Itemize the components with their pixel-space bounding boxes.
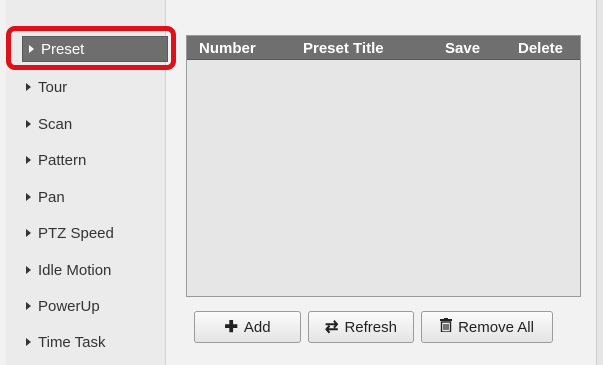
sidebar-item-ptz-speed[interactable]: PTZ Speed <box>20 220 170 246</box>
refresh-icon: ⇄ <box>325 319 339 336</box>
sidebar-item-label: Time Task <box>38 333 106 351</box>
sidebar-item-idle-motion[interactable]: Idle Motion <box>20 257 170 283</box>
add-button[interactable]: ✚ Add <box>194 311 301 343</box>
sidebar-item-time-task[interactable]: Time Task <box>20 329 170 355</box>
column-header-delete: Delete <box>518 40 564 57</box>
ptz-sidebar: Preset Tour Scan Pattern Pan PTZ Speed I… <box>6 0 168 365</box>
column-header-number: Number <box>199 40 256 57</box>
sidebar-item-pattern[interactable]: Pattern <box>20 147 170 173</box>
column-header-save: Save <box>445 40 481 57</box>
page-edge <box>596 0 603 365</box>
sidebar-item-powerup[interactable]: PowerUp <box>20 293 170 319</box>
table-body <box>187 60 580 296</box>
add-button-label: Add <box>243 318 271 336</box>
trash-icon <box>440 317 453 337</box>
preset-table: Number Preset Title Save Delete <box>186 35 581 297</box>
sidebar-item-label: Scan <box>38 115 73 133</box>
sidebar-item-label: Idle Motion <box>38 261 112 279</box>
caret-right-icon <box>26 120 31 128</box>
sidebar-item-label: Pattern <box>38 151 87 169</box>
sidebar-item-scan[interactable]: Scan <box>20 111 170 137</box>
sidebar-item-pan[interactable]: Pan <box>20 184 170 210</box>
sidebar-item-label: Tour <box>38 78 68 96</box>
caret-right-icon <box>29 45 34 53</box>
caret-right-icon <box>26 193 31 201</box>
caret-right-icon <box>26 156 31 164</box>
caret-right-icon <box>26 83 31 91</box>
plus-icon: ✚ <box>224 319 238 336</box>
refresh-button[interactable]: ⇄ Refresh <box>308 311 414 343</box>
refresh-button-label: Refresh <box>344 318 397 336</box>
sidebar-item-label: PTZ Speed <box>38 224 114 242</box>
caret-right-icon <box>26 229 31 237</box>
sidebar-item-label: Pan <box>38 188 65 206</box>
caret-right-icon <box>26 266 31 274</box>
sidebar-item-tour[interactable]: Tour <box>20 74 170 100</box>
remove-all-button[interactable]: Remove All <box>421 311 553 343</box>
sidebar-item-label: Preset <box>41 40 85 58</box>
table-header: Number Preset Title Save Delete <box>187 36 580 60</box>
sidebar-item-preset[interactable]: Preset <box>22 36 168 62</box>
column-header-preset-title: Preset Title <box>303 40 384 57</box>
remove-all-button-label: Remove All <box>458 318 534 336</box>
sidebar-item-label: PowerUp <box>38 297 100 315</box>
caret-right-icon <box>26 302 31 310</box>
caret-right-icon <box>26 338 31 346</box>
